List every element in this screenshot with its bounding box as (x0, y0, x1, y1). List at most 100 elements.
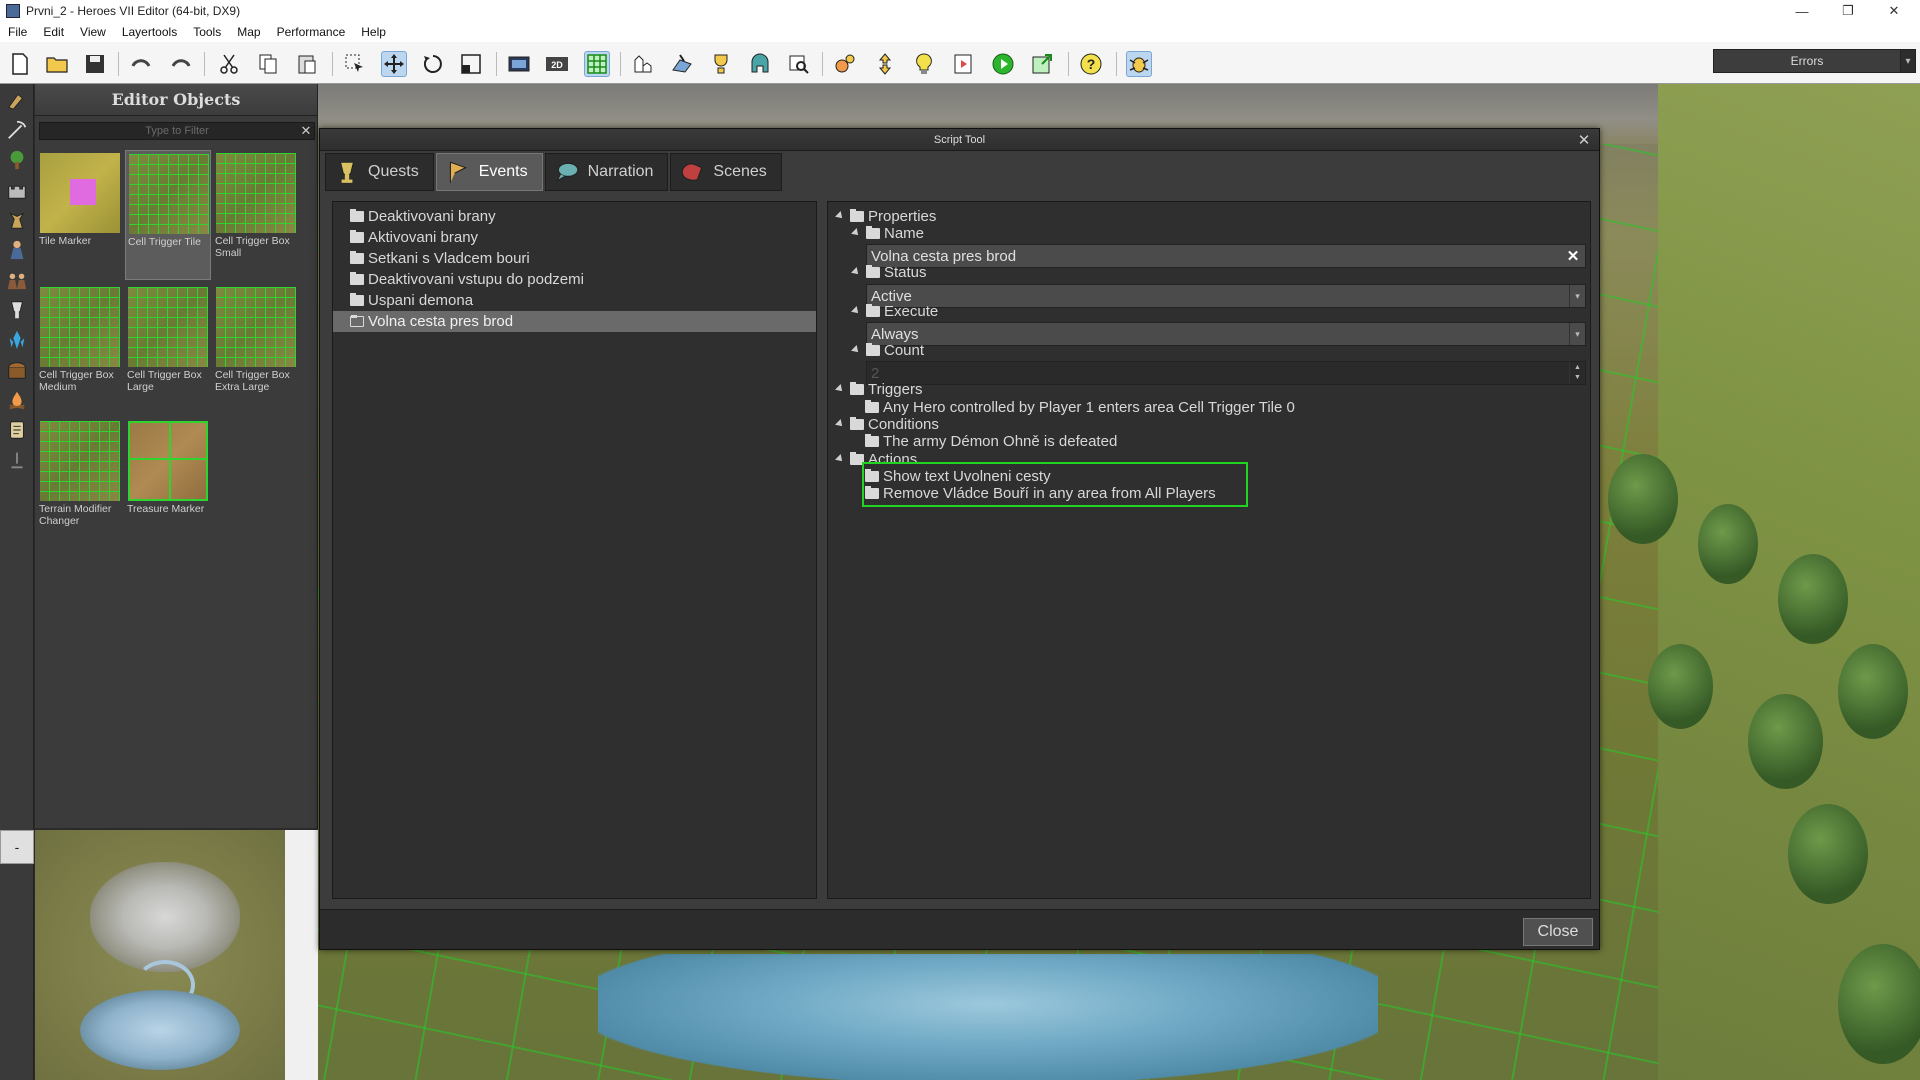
undo-icon[interactable] (128, 51, 154, 77)
chest-icon[interactable] (5, 358, 29, 382)
list-item[interactable]: Setkani s Vladcem bouri (333, 248, 816, 269)
menu-help[interactable]: Help (353, 25, 394, 39)
execute-dropdown[interactable]: Always ▾ (866, 322, 1586, 346)
object-cell-trigger-box-large[interactable]: Cell Trigger Box Large (125, 284, 211, 414)
expand-arrow-icon[interactable] (835, 454, 845, 464)
tab-scenes[interactable]: Scenes (670, 153, 782, 191)
select-icon[interactable] (342, 51, 368, 77)
export-icon[interactable] (1029, 51, 1055, 77)
open-folder-icon[interactable] (44, 51, 70, 77)
expand-arrow-icon[interactable] (851, 228, 861, 238)
debug-bug-icon[interactable] (1126, 51, 1152, 77)
tree-node-name[interactable]: Name (851, 223, 924, 243)
chevron-down-icon[interactable]: ▾ (1569, 285, 1585, 307)
terrain-height-icon[interactable] (630, 51, 656, 77)
expand-arrow-icon[interactable] (851, 345, 861, 355)
pickaxe-icon[interactable] (5, 118, 29, 142)
trophy-icon[interactable] (708, 51, 734, 77)
menu-tools[interactable]: Tools (185, 25, 229, 39)
spin-down-icon[interactable]: ▼ (1574, 373, 1581, 383)
expand-arrow-icon[interactable] (835, 211, 845, 221)
tree-node-status[interactable]: Status (851, 262, 927, 282)
army-icon[interactable] (5, 268, 29, 292)
condition-item[interactable]: The army Démon Ohně is defeated (865, 431, 1117, 451)
spin-up-icon[interactable]: ▲ (1574, 363, 1581, 373)
tree-node-triggers[interactable]: Triggers (835, 379, 922, 399)
lightbulb-icon[interactable] (911, 51, 937, 77)
tree-node-count[interactable]: Count (851, 340, 924, 360)
list-item[interactable]: Aktivovani brany (333, 227, 816, 248)
expand-arrow-icon[interactable] (835, 384, 845, 394)
scroll-icon[interactable] (5, 418, 29, 442)
object-tile-marker[interactable]: Tile Marker (37, 150, 123, 280)
camera-view-icon[interactable] (506, 51, 532, 77)
object-cell-trigger-box-extra-large[interactable]: Cell Trigger Box Extra Large (213, 284, 299, 414)
scale-icon[interactable] (458, 51, 484, 77)
campfire-icon[interactable] (5, 388, 29, 412)
filter-clear-icon[interactable]: ✕ (298, 122, 314, 140)
object-cell-trigger-box-small[interactable]: Cell Trigger Box Small (213, 150, 299, 280)
expand-arrow-icon[interactable] (835, 419, 845, 429)
terrain-paint-icon[interactable] (669, 51, 695, 77)
chevron-down-icon[interactable]: ▾ (1569, 323, 1585, 345)
filter-input[interactable]: Type to Filter (39, 122, 315, 140)
expand-arrow-icon[interactable] (851, 306, 861, 316)
close-button[interactable]: Close (1523, 918, 1593, 946)
list-item[interactable]: Deaktivovani vstupu do podzemi (333, 269, 816, 290)
gears-icon[interactable] (832, 51, 858, 77)
tree-node-execute[interactable]: Execute (851, 301, 938, 321)
tab-narration[interactable]: Narration (544, 153, 669, 191)
close-dialog-icon[interactable]: ✕ (1575, 131, 1593, 149)
grid-icon[interactable] (584, 51, 610, 77)
list-item[interactable]: Deaktivovani brany (333, 206, 816, 227)
menu-layertools[interactable]: Layertools (114, 25, 185, 39)
expand-arrow-icon[interactable] (851, 267, 861, 277)
menu-map[interactable]: Map (229, 25, 268, 39)
close-window-button[interactable]: ✕ (1871, 0, 1917, 22)
helmet-icon[interactable] (747, 51, 773, 77)
move-icon[interactable] (381, 51, 407, 77)
menu-view[interactable]: View (72, 25, 114, 39)
magnifier-map-icon[interactable] (786, 51, 812, 77)
spinner[interactable]: ▲ ▼ (1569, 362, 1585, 384)
count-stepper[interactable]: 2 ▲ ▼ (866, 361, 1586, 385)
object-cell-trigger-tile[interactable]: Cell Trigger Tile (125, 150, 211, 280)
errors-dropdown[interactable]: ▾ (1900, 49, 1916, 73)
menu-edit[interactable]: Edit (35, 25, 72, 39)
transfer-arrows-icon[interactable] (872, 51, 898, 77)
paste-icon[interactable] (294, 51, 320, 77)
object-cell-trigger-box-medium[interactable]: Cell Trigger Box Medium (37, 284, 123, 414)
tree-icon[interactable] (5, 148, 29, 172)
film-script-icon[interactable] (950, 51, 976, 77)
clear-icon[interactable]: ✕ (1565, 247, 1581, 265)
crystal-icon[interactable] (5, 328, 29, 352)
list-item[interactable]: Uspani demona (333, 290, 816, 311)
minimap-collapse-button[interactable]: - (0, 830, 34, 864)
save-icon[interactable] (82, 51, 108, 77)
tab-quests[interactable]: Quests (325, 153, 434, 191)
object-treasure-marker[interactable]: Treasure Marker (125, 418, 211, 548)
hero-icon[interactable] (5, 238, 29, 262)
redo-icon[interactable] (168, 51, 194, 77)
cut-icon[interactable] (216, 51, 242, 77)
object-terrain-modifier-changer[interactable]: Terrain Modifier Changer (37, 418, 123, 548)
copy-icon[interactable] (255, 51, 281, 77)
minimize-button[interactable]: — (1779, 0, 1825, 22)
menu-file[interactable]: File (0, 25, 35, 39)
creature-icon[interactable] (5, 208, 29, 232)
list-item-selected[interactable]: Volna cesta pres brod (333, 311, 816, 332)
rotate-icon[interactable] (420, 51, 446, 77)
castle-icon[interactable] (5, 178, 29, 202)
marker-icon[interactable] (5, 448, 29, 472)
2d-view-icon[interactable]: 2D (544, 51, 570, 77)
name-field[interactable]: Volna cesta pres brod ✕ (866, 244, 1586, 268)
brush-icon[interactable] (5, 88, 29, 112)
tab-events[interactable]: Events (435, 153, 543, 191)
errors-button[interactable]: Errors (1713, 49, 1901, 73)
restore-button[interactable]: ❐ (1825, 0, 1871, 22)
chalice-icon[interactable] (5, 298, 29, 322)
status-dropdown[interactable]: Active ▾ (866, 284, 1586, 308)
new-file-icon[interactable] (7, 51, 33, 77)
minimap[interactable] (35, 830, 285, 1080)
play-icon[interactable] (990, 51, 1016, 77)
